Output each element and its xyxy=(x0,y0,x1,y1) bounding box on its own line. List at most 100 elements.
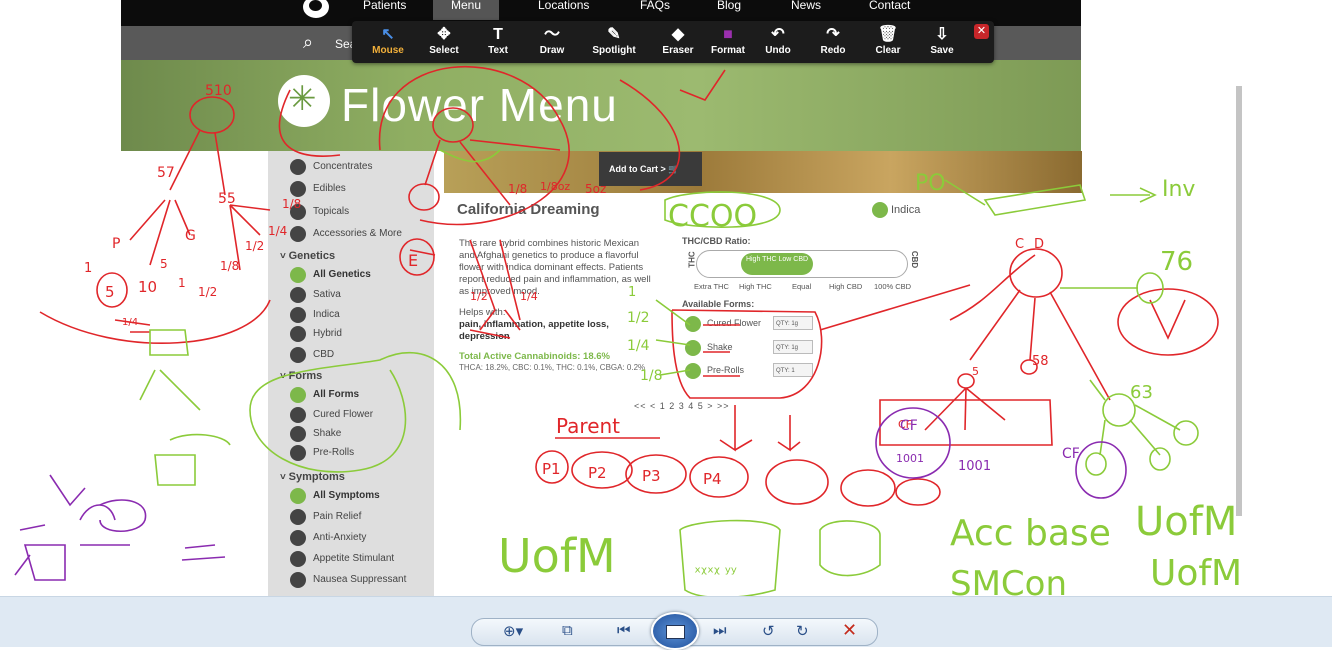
ratio-label-100-cbd: 100% CBD xyxy=(874,282,912,291)
search-icon[interactable]: ⌕ xyxy=(303,32,313,53)
tool-save-button[interactable]: ⇩ Save xyxy=(912,25,972,56)
web-page: Patients Menu Locations FAQs Blog News C… xyxy=(106,0,1236,596)
product-title: California Dreaming xyxy=(457,201,600,218)
product-card: California Dreaming Indica This rare hyb… xyxy=(444,193,942,403)
ratio-knob[interactable]: High THC Low CBD xyxy=(741,253,813,275)
forms-title: Available Forms: xyxy=(682,299,755,309)
page-title: Flower Menu xyxy=(341,79,618,131)
genetic-badge: Indica xyxy=(872,202,920,218)
ratio-label-high-cbd: High CBD xyxy=(829,282,863,291)
ratio-label-equal: Equal xyxy=(792,282,812,291)
hero-banner: Flower Menu xyxy=(121,60,1081,151)
spotlight-icon: ✎ xyxy=(607,26,621,43)
shake-icon xyxy=(685,340,701,356)
zoom-icon[interactable]: ⊕▾ xyxy=(503,622,523,640)
ratio-title: THC/CBD Ratio: xyxy=(682,236,751,246)
nav-patients[interactable]: Patients xyxy=(363,0,406,20)
anti-anxiety-icon xyxy=(290,530,306,546)
all-symptoms-icon xyxy=(290,488,306,504)
cured-flower-icon xyxy=(685,316,701,332)
scrollbar[interactable] xyxy=(1236,86,1242,516)
slideshow-icon[interactable] xyxy=(651,612,699,650)
helps-with: Helps with: pain, inflammation, appetite… xyxy=(459,307,649,343)
photo-viewer-bar: ⊕▾ ⧉ ⏮ ⏭ ↺ ↻ ✕ xyxy=(0,596,1332,650)
tool-undo-button[interactable]: ↶ Undo xyxy=(748,25,808,56)
qty-select[interactable]: QTY: 1g xyxy=(773,340,813,354)
concentrates-icon xyxy=(290,159,306,175)
tool-select-button[interactable]: ✥ Select xyxy=(414,25,474,56)
add-to-cart-button[interactable]: Add to Cart > 🛒 xyxy=(599,152,702,186)
forms-heading[interactable]: Forms xyxy=(280,370,323,382)
ratio-label-extra-thc: Extra THC xyxy=(694,282,729,291)
cured-flower-icon xyxy=(290,407,306,423)
product-photo-strip xyxy=(444,151,1082,193)
tool-label: Clear xyxy=(875,45,901,56)
symptoms-heading[interactable]: Symptoms xyxy=(280,471,345,483)
tool-label: Redo xyxy=(820,45,846,56)
close-icon[interactable]: ✕ xyxy=(974,24,989,39)
tool-label: Eraser xyxy=(662,45,694,56)
tool-label: Save xyxy=(930,45,954,56)
site-logo[interactable] xyxy=(303,0,329,18)
tool-label: Format xyxy=(711,45,745,56)
move-icon: ✥ xyxy=(437,26,451,43)
helps-value: pain, inflammation, appetite loss, depre… xyxy=(459,319,609,342)
nav-locations[interactable]: Locations xyxy=(538,0,589,20)
edibles-icon xyxy=(290,181,306,197)
pain-relief-icon xyxy=(290,509,306,525)
tool-clear-button[interactable]: 🗑 Clear xyxy=(858,25,918,56)
ratio-slider[interactable]: High THC Low CBD xyxy=(696,250,908,278)
add-to-cart-label: Add to Cart > xyxy=(609,164,666,174)
indica-icon xyxy=(290,307,306,323)
tool-text-button[interactable]: T Text xyxy=(468,25,528,56)
nav-blog[interactable]: Blog xyxy=(717,0,741,20)
prev-icon[interactable]: ⏮ xyxy=(617,622,631,639)
redo-icon: ↷ xyxy=(826,26,840,43)
shake-icon xyxy=(290,426,306,442)
tool-redo-button[interactable]: ↷ Redo xyxy=(803,25,863,56)
accessories-icon xyxy=(290,226,306,242)
annotation-toolbar: ↖ Mouse ✥ Select T Text 〜 Draw ✎ Spotlight ◆ Eraser… xyxy=(352,21,994,63)
tool-label: Spotlight xyxy=(592,45,636,56)
tool-label: Text xyxy=(488,45,508,56)
nav-news[interactable]: News xyxy=(791,0,821,20)
tool-label: Mouse xyxy=(372,45,404,56)
text-icon: T xyxy=(493,26,503,43)
ink-red-10: 1 xyxy=(84,261,92,276)
save-icon: ⇩ xyxy=(935,26,949,43)
ratio-label-high-thc: High THC xyxy=(739,282,772,291)
nav-menu[interactable]: Menu xyxy=(433,0,500,20)
pagination[interactable]: << < 1 2 3 4 5 > >> xyxy=(634,401,730,411)
undo-icon: ↶ xyxy=(771,26,785,43)
qty-select[interactable]: QTY: 1g xyxy=(773,316,813,330)
cannabinoid-detail: THCA: 18.2%, CBC: 0.1%, THC: 0.1%, CBGA:… xyxy=(459,363,646,372)
next-icon[interactable]: ⏭ xyxy=(713,622,727,639)
pre-rolls-icon xyxy=(685,363,701,379)
pre-rolls-icon xyxy=(290,445,306,461)
nav-faqs[interactable]: FAQs xyxy=(640,0,670,20)
cbd-icon xyxy=(290,347,306,363)
genetics-heading[interactable]: Genetics xyxy=(280,250,335,262)
tool-mouse-button[interactable]: ↖ Mouse xyxy=(358,25,418,56)
delete-icon[interactable]: ✕ xyxy=(842,620,857,641)
appetite-stimulant-icon xyxy=(290,551,306,567)
tool-label: Select xyxy=(429,45,459,56)
tool-spotlight-button[interactable]: ✎ Spotlight xyxy=(584,25,644,56)
product-description: This rare hybrid combines historic Mexic… xyxy=(459,238,651,297)
hybrid-icon xyxy=(290,326,306,342)
all-genetics-icon xyxy=(290,267,306,283)
cart-icon: 🛒 xyxy=(668,164,680,174)
draw-icon: 〜 xyxy=(543,26,560,43)
nausea-suppressant-icon xyxy=(290,572,306,588)
nav-contact[interactable]: Contact xyxy=(869,0,910,20)
rotate-left-icon[interactable]: ↺ xyxy=(762,622,775,640)
rotate-right-icon[interactable]: ↻ xyxy=(796,622,809,640)
topicals-icon xyxy=(290,204,306,220)
qty-select[interactable]: QTY: 1 xyxy=(773,363,813,377)
sativa-icon xyxy=(290,287,306,303)
ratio-cbd-label: CBD xyxy=(910,250,920,269)
category-sidebar: Concentrates Edibles Topicals Accessorie… xyxy=(268,151,434,596)
tool-draw-button[interactable]: 〜 Draw xyxy=(522,25,582,56)
fit-icon[interactable]: ⧉ xyxy=(562,622,573,639)
tool-label: Undo xyxy=(765,45,791,56)
